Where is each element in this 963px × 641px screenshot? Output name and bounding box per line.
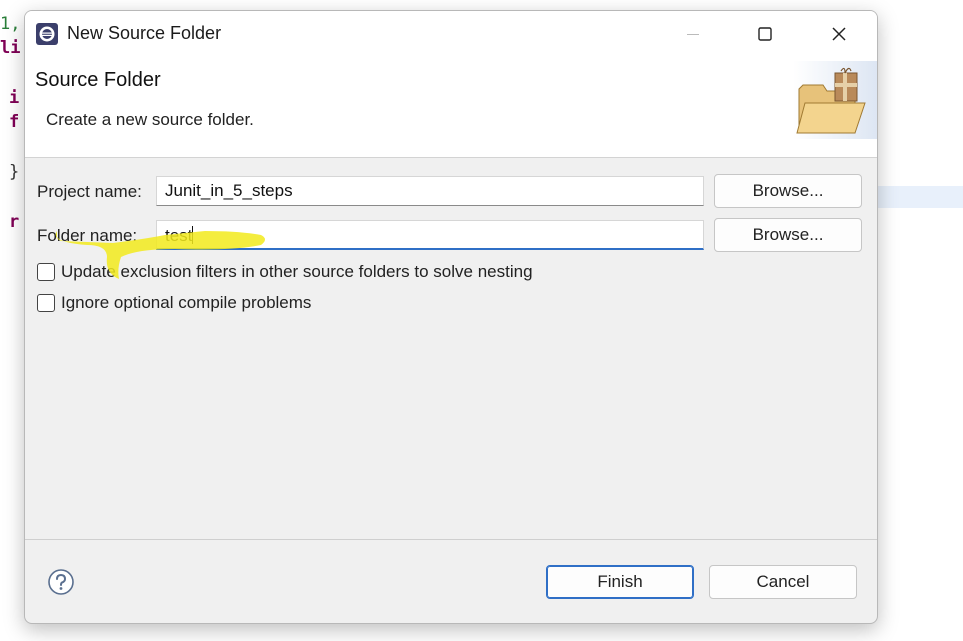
- window-title: New Source Folder: [67, 23, 222, 43]
- project-name-value: Junit_in_5_steps: [165, 181, 293, 200]
- finish-button[interactable]: Finish: [546, 565, 694, 599]
- eclipse-icon: [36, 23, 58, 45]
- folder-name-value: test: [165, 226, 193, 245]
- text-caret: [192, 226, 194, 244]
- page-title: Source Folder: [35, 69, 161, 91]
- close-icon: [832, 27, 846, 41]
- update-exclusion-filters-checkbox[interactable]: [37, 263, 55, 281]
- minimize-icon: [687, 34, 699, 35]
- editor-current-line: [870, 186, 963, 208]
- update-exclusion-filters-option[interactable]: Update exclusion filters in other source…: [37, 262, 533, 282]
- ignore-compile-problems-option[interactable]: Ignore optional compile problems: [37, 293, 311, 313]
- new-source-folder-dialog: New Source Folder Source Folder Create a…: [24, 10, 878, 624]
- folder-name-input[interactable]: test: [156, 220, 704, 250]
- help-icon[interactable]: [47, 568, 75, 596]
- wizard-header: Source Folder Create a new source folder…: [25, 57, 877, 158]
- folder-name-label: Folder name:: [37, 226, 138, 245]
- update-exclusion-filters-label[interactable]: Update exclusion filters in other source…: [61, 262, 533, 282]
- editor-fragment: li: [0, 38, 21, 58]
- cancel-button[interactable]: Cancel: [709, 565, 857, 599]
- ignore-compile-problems-label[interactable]: Ignore optional compile problems: [61, 293, 311, 313]
- editor-fragment: r: [9, 212, 20, 232]
- project-name-input[interactable]: Junit_in_5_steps: [156, 176, 704, 206]
- editor-fragment: f: [9, 112, 20, 132]
- footer-divider: [25, 539, 877, 540]
- title-bar[interactable]: New Source Folder: [25, 11, 877, 57]
- maximize-icon: [758, 27, 772, 41]
- minimize-button[interactable]: [663, 11, 723, 57]
- editor-fragment: 1,: [0, 14, 21, 34]
- browse-folder-button[interactable]: Browse...: [714, 218, 862, 252]
- editor-fragment: }: [9, 162, 20, 182]
- ignore-compile-problems-checkbox[interactable]: [37, 294, 55, 312]
- editor-fragment: i: [9, 88, 20, 108]
- maximize-button[interactable]: [735, 11, 795, 57]
- project-name-label: Project name:: [37, 182, 142, 201]
- source-folder-package-icon: [793, 61, 877, 139]
- page-description: Create a new source folder.: [46, 110, 254, 129]
- close-button[interactable]: [809, 11, 869, 57]
- browse-project-button[interactable]: Browse...: [714, 174, 862, 208]
